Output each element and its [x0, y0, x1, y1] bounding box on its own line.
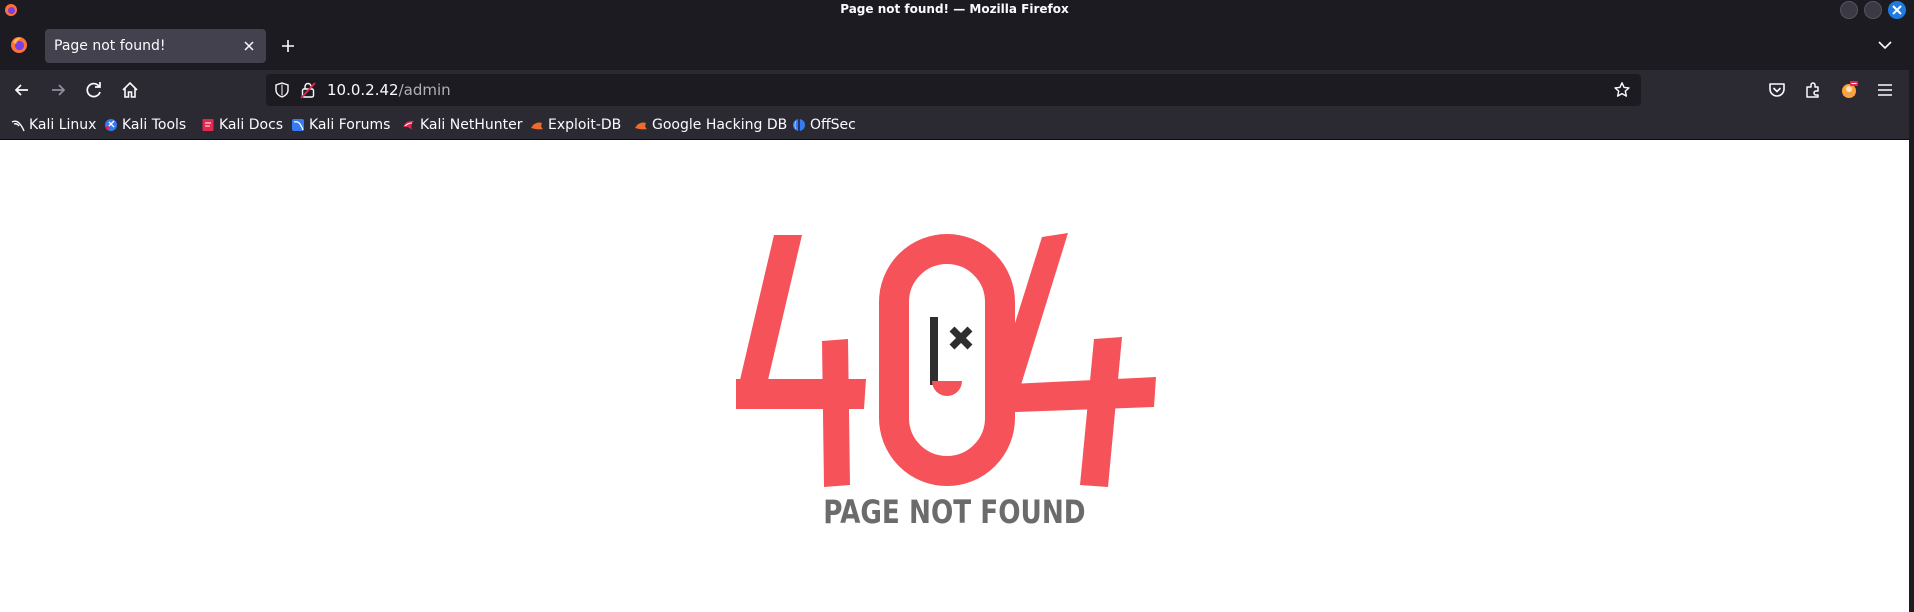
title-bar: Page not found! — Mozilla Firefox [0, 0, 1909, 20]
url-bar[interactable]: 10.0.2.42/admin [266, 74, 1641, 106]
tracking-protection-shield-icon[interactable] [274, 82, 290, 98]
close-window-button[interactable] [1888, 1, 1906, 19]
exploit-db-icon [531, 122, 543, 130]
forward-arrow-icon[interactable] [47, 79, 69, 101]
digit-zero [879, 234, 1015, 486]
page-not-found-heading: PAGE NOT FOUND [823, 493, 1086, 531]
minimize-button[interactable] [1840, 1, 1858, 19]
firefox-view-icon[interactable] [10, 36, 28, 54]
bookmark-kali-forums[interactable]: Kali Forums [291, 115, 390, 135]
bookmark-exploit-db[interactable]: Exploit-DB [530, 115, 621, 135]
hamburger-menu-icon[interactable] [1874, 79, 1896, 101]
sad-face [930, 317, 973, 385]
digit-four-left [736, 235, 866, 487]
kali-docs-icon [202, 119, 214, 131]
account-avatar-icon[interactable] [1838, 79, 1860, 101]
bookmark-label: Google Hacking DB [652, 117, 788, 133]
kali-dragon-icon [11, 120, 25, 132]
page-content: PAGE NOT FOUND [0, 141, 1909, 612]
tab-label: Page not found! [54, 38, 166, 54]
url-host: 10.0.2.42 [327, 81, 399, 99]
extensions-puzzle-icon[interactable] [1802, 79, 1824, 101]
bookmark-kali-tools[interactable]: Kali Tools [104, 115, 186, 135]
close-tab-icon[interactable] [242, 39, 256, 53]
kali-tools-icon [105, 119, 117, 131]
url-path: /admin [398, 81, 451, 99]
back-arrow-icon[interactable] [11, 79, 33, 101]
error-404-graphic [736, 233, 1156, 487]
list-all-tabs-icon[interactable] [1876, 38, 1894, 52]
bookmark-label: Kali Docs [219, 117, 284, 133]
maximize-button[interactable] [1864, 1, 1882, 19]
ghdb-icon [635, 122, 647, 130]
insecure-lock-icon[interactable] [300, 81, 316, 99]
tab-page-not-found[interactable]: Page not found! [45, 29, 266, 63]
navigation-toolbar: 10.0.2.42/admin [0, 70, 1909, 110]
bookmark-kali-nethunter[interactable]: Kali NetHunter [402, 115, 522, 135]
bookmark-offsec[interactable]: OffSec [792, 115, 856, 135]
pocket-icon[interactable] [1766, 79, 1788, 101]
window-edge [1909, 0, 1914, 612]
bookmark-label: Kali Forums [309, 117, 391, 133]
bookmark-label: Kali Linux [29, 117, 97, 133]
kali-forums-icon [292, 119, 304, 131]
bookmark-kali-docs[interactable]: Kali Docs [201, 115, 283, 135]
bookmark-star-icon[interactable] [1613, 81, 1631, 99]
browser-window: Page not found! — Mozilla Firefox Page n… [0, 0, 1909, 612]
nethunter-icon [403, 120, 414, 130]
reload-icon[interactable] [83, 79, 105, 101]
bookmark-label: Kali NetHunter [420, 117, 523, 133]
home-icon[interactable] [119, 79, 141, 101]
close-icon [1892, 5, 1902, 15]
url-text[interactable]: 10.0.2.42/admin [327, 81, 451, 99]
window-title: Page not found! — Mozilla Firefox [840, 2, 1069, 16]
digit-four-right [990, 233, 1156, 487]
bookmark-label: Kali Tools [122, 117, 187, 133]
offsec-icon [793, 119, 805, 131]
bookmark-label: OffSec [810, 117, 856, 133]
bookmark-label: Exploit-DB [548, 117, 622, 133]
bookmark-google-hacking-db[interactable]: Google Hacking DB [634, 115, 787, 135]
tab-strip: Page not found! [0, 20, 1909, 70]
bookmarks-toolbar: Kali Linux Kali Tools Kali Docs Kali For… [0, 110, 1909, 140]
bookmark-kali-linux[interactable]: Kali Linux [11, 115, 96, 135]
new-tab-icon[interactable] [278, 36, 298, 56]
